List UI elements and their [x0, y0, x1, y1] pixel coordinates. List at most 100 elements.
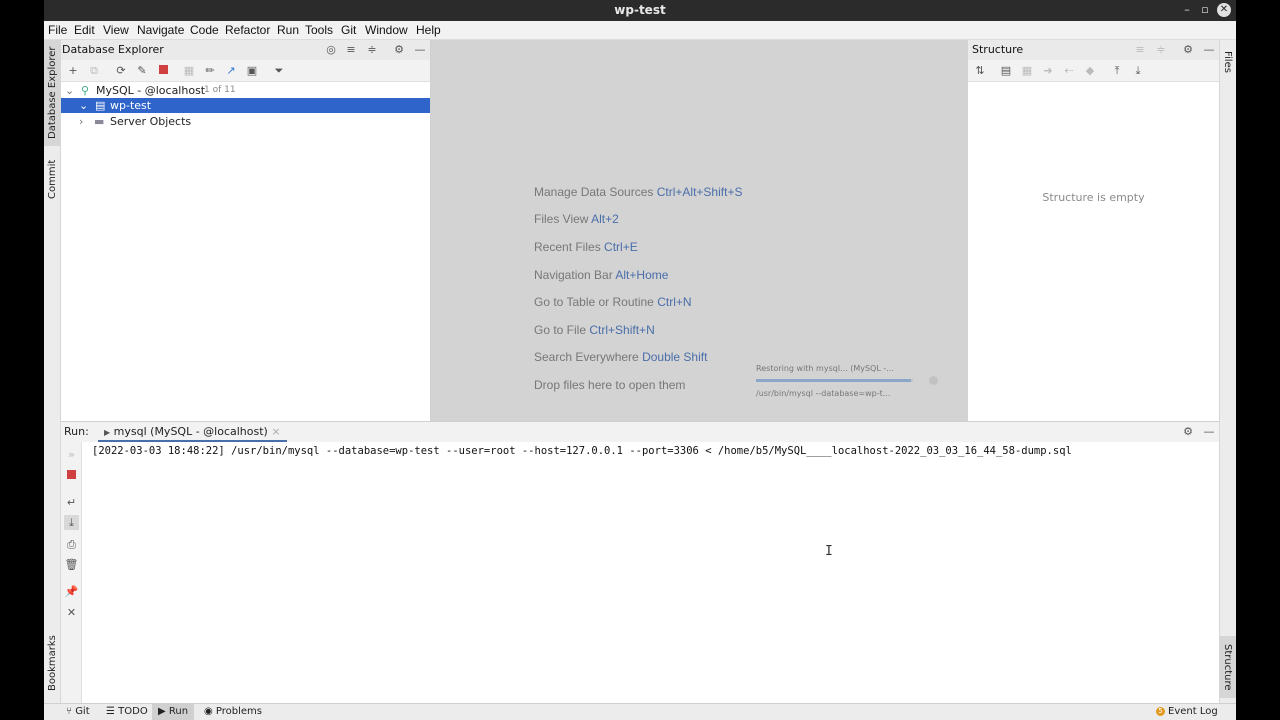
autoscroll-to-source-icon[interactable]: ⤒: [1110, 64, 1124, 78]
properties-icon[interactable]: ✎: [135, 64, 149, 78]
database-explorer-panel: Database Explorer ◎ ≡ ≑ ⚙ — + ⧉ ⟳ ✎ ▦ ✏ …: [61, 40, 431, 421]
sort-alpha-icon[interactable]: ⇅: [973, 64, 987, 78]
datasource-icon: ⚲: [81, 84, 90, 97]
rerun-icon[interactable]: »: [64, 447, 79, 462]
refresh-icon[interactable]: ⟳: [114, 64, 128, 78]
chevron-right-icon[interactable]: ›: [79, 115, 83, 128]
structure-panel: Structure ≡ ≑ ⚙ — ⇅ ▤ ▦ ➜ ⇠ ◆ ⤒ ⤓ Struct…: [968, 40, 1219, 421]
locate-icon[interactable]: ◎: [324, 43, 338, 57]
scroll-to-end-icon[interactable]: ⤓: [64, 515, 79, 530]
menu-view[interactable]: View: [103, 23, 129, 37]
left-tool-strip: Database Explorer Commit Bookmarks: [44, 40, 61, 703]
show-fields-icon[interactable]: ▤: [999, 64, 1013, 78]
menu-git[interactable]: Git: [341, 23, 356, 37]
tree-node-label: Server Objects: [110, 115, 192, 128]
menu-file[interactable]: File: [48, 23, 67, 37]
stop-icon[interactable]: [64, 468, 79, 483]
node-count-badge: 1 of 11: [204, 85, 236, 95]
filter-icon[interactable]: ⏷: [272, 64, 286, 78]
arrow-left-icon[interactable]: ⇠: [1062, 64, 1076, 78]
pin-icon[interactable]: 📌: [64, 584, 79, 599]
expand-all-icon[interactable]: ≡: [344, 43, 358, 57]
menu-tools[interactable]: Tools: [305, 23, 333, 37]
statusbar-git[interactable]: ⑂ Git: [60, 704, 96, 720]
close-window-button[interactable]: ✕: [1217, 3, 1231, 17]
statusbar-problems[interactable]: ◉ Problems: [198, 704, 268, 720]
menu-refactor[interactable]: Refactor: [225, 23, 270, 37]
collapse-all-icon[interactable]: ≑: [1154, 43, 1168, 57]
panel-toolbar: ⇅ ▤ ▦ ➜ ⇠ ◆ ⤒ ⤓: [968, 60, 1219, 82]
statusbar-run[interactable]: ▶ Run: [152, 704, 195, 720]
ide-window: wp-test – ▫ ✕ File Edit View Navigate Co…: [44, 0, 1236, 720]
expand-all-icon[interactable]: ≡: [1133, 43, 1147, 57]
hide-panel-icon[interactable]: —: [1202, 43, 1216, 57]
run-panel: Run: ▶ mysql (MySQL - @localhost) × ⚙ — …: [61, 421, 1219, 704]
console-output[interactable]: [2022-03-03 18:48:22] /usr/bin/mysql --d…: [92, 445, 1072, 457]
tab-commit[interactable]: Commit: [44, 154, 61, 204]
tree-node-wp-test[interactable]: ⌄ ▤ wp-test: [61, 98, 430, 113]
run-side-toolbar: » ↵ ⤓ ⎙ 🗑 📌 ✕: [61, 442, 82, 704]
text-cursor-icon: I: [825, 544, 833, 559]
hint-recent-files: Recent Files Ctrl+E: [534, 240, 638, 254]
statusbar-event-log[interactable]: 5 Event Log: [1150, 704, 1224, 720]
hint-files-view: Files View Alt+2: [534, 212, 619, 226]
menu-help[interactable]: Help: [416, 23, 441, 37]
window-title: wp-test: [614, 3, 666, 17]
menu-code[interactable]: Code: [190, 23, 219, 37]
autoscroll-from-source-icon[interactable]: ⤓: [1131, 64, 1145, 78]
jump-to-icon[interactable]: ↗: [224, 64, 238, 78]
statusbar-label: Problems: [215, 706, 262, 717]
menu-bar: File Edit View Navigate Code Refactor Ru…: [44, 21, 1236, 40]
panel-header: Database Explorer ◎ ≡ ≑ ⚙ —: [61, 40, 430, 60]
stop-icon[interactable]: [156, 64, 170, 78]
soft-wrap-icon[interactable]: ↵: [64, 495, 79, 510]
panel-title: Structure: [972, 43, 1024, 56]
duplicate-icon[interactable]: ⧉: [87, 64, 101, 78]
chevron-down-icon[interactable]: ⌄: [65, 84, 74, 97]
gear-icon[interactable]: ⚙: [1181, 43, 1195, 57]
minimize-button[interactable]: –: [1180, 3, 1194, 17]
add-icon[interactable]: +: [66, 64, 80, 78]
gear-icon[interactable]: ⚙: [1181, 425, 1195, 439]
chevron-down-icon[interactable]: ⌄: [79, 99, 88, 112]
hide-panel-icon[interactable]: —: [1202, 425, 1216, 439]
hint-manage-data-sources: Manage Data Sources Ctrl+Alt+Shift+S: [534, 185, 743, 199]
tab-structure[interactable]: Structure: [1219, 636, 1236, 698]
right-tool-strip: Files Structure: [1219, 40, 1236, 703]
progress-bar-fill: [756, 379, 912, 382]
collapse-all-icon[interactable]: ≑: [365, 43, 379, 57]
menu-run[interactable]: Run: [277, 23, 299, 37]
tree-node-server-objects[interactable]: › ▬ Server Objects: [61, 114, 430, 129]
trash-icon[interactable]: 🗑: [64, 557, 79, 572]
run-tab[interactable]: ▶ mysql (MySQL - @localhost) ×: [98, 422, 287, 442]
maximize-button[interactable]: ▫: [1198, 3, 1212, 17]
menu-window[interactable]: Window: [365, 23, 408, 37]
editor-empty-area[interactable]: Manage Data Sources Ctrl+Alt+Shift+S Fil…: [431, 40, 968, 421]
tab-files[interactable]: Files: [1219, 44, 1236, 80]
play-icon: ▶: [104, 428, 111, 437]
tab-bookmarks[interactable]: Bookmarks: [44, 630, 61, 696]
run-label: Run:: [64, 425, 89, 438]
print-icon[interactable]: ⎙: [64, 537, 79, 552]
console-icon[interactable]: ▣: [245, 64, 259, 78]
close-tab-icon[interactable]: ×: [271, 425, 280, 438]
cancel-process-icon[interactable]: [929, 376, 938, 385]
diamond-icon[interactable]: ◆: [1083, 64, 1097, 78]
tab-database-explorer[interactable]: Database Explorer: [44, 40, 61, 146]
menu-navigate[interactable]: Navigate: [137, 23, 184, 37]
run-header: Run: ▶ mysql (MySQL - @localhost) × ⚙ —: [61, 422, 1219, 442]
tree-node-mysql-localhost[interactable]: ⌄ ⚲ MySQL - @localhost 1 of 11: [61, 83, 430, 98]
table-icon[interactable]: ▦: [182, 64, 196, 78]
edit-icon[interactable]: ✏: [203, 64, 217, 78]
hint-go-to-table: Go to Table or Routine Ctrl+N: [534, 295, 692, 309]
gear-icon[interactable]: ⚙: [392, 43, 406, 57]
hint-search-everywhere: Search Everywhere Double Shift: [534, 350, 708, 364]
menu-edit[interactable]: Edit: [74, 23, 95, 37]
git-branch-icon: ⑂: [66, 706, 76, 717]
close-icon[interactable]: ✕: [64, 605, 79, 620]
arrow-right-icon[interactable]: ➜: [1041, 64, 1055, 78]
show-tables-icon[interactable]: ▦: [1020, 64, 1034, 78]
list-icon: ☰: [106, 706, 119, 717]
hide-panel-icon[interactable]: —: [413, 43, 427, 57]
statusbar-todo[interactable]: ☰ TODO: [100, 704, 154, 720]
